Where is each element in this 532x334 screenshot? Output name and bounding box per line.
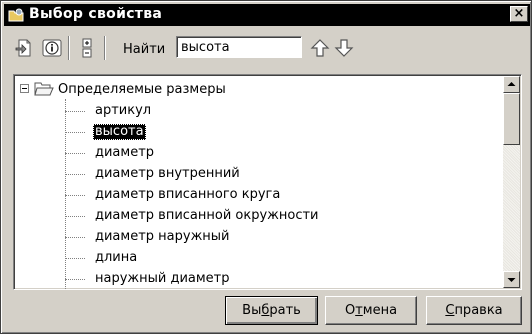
tree-root-node[interactable]: Определяемые размеры — [18, 81, 488, 99]
tree-item-label: диаметр вписанной окружности — [95, 208, 319, 223]
info-icon — [42, 39, 62, 57]
help-button[interactable]: Справка — [426, 296, 522, 325]
tree-connector-line — [65, 279, 85, 280]
toolbar-separator — [104, 36, 106, 60]
vertical-scrollbar[interactable] — [503, 76, 520, 288]
tree-connector-line — [65, 174, 85, 175]
tree-item-label: диаметр внутренний — [95, 166, 240, 181]
find-previous-button[interactable] — [310, 37, 330, 59]
window-title: Выбор свойства — [29, 6, 163, 22]
insert-property-icon — [15, 39, 31, 57]
search-input[interactable] — [176, 36, 302, 58]
tree-connector-line — [65, 132, 85, 133]
tree-item-label: диаметр наружный — [95, 229, 230, 244]
tree-item-label: артикул — [95, 103, 152, 118]
tree-item[interactable]: диаметр — [65, 143, 485, 163]
tree-connector-line — [65, 258, 85, 259]
find-down-arrow-icon — [334, 39, 354, 57]
property-tree[interactable]: Определяемые размеры артикул высота диамет… — [13, 74, 522, 290]
toolbar-separator — [68, 36, 70, 60]
find-next-button[interactable] — [334, 37, 354, 59]
collapse-toggle-icon[interactable] — [20, 84, 29, 93]
close-icon: × — [513, 6, 525, 21]
scroll-up-arrow-icon — [507, 82, 516, 86]
tree-connector-line — [65, 195, 85, 196]
select-button[interactable]: Выбрать — [225, 296, 318, 325]
tree-item[interactable]: наружный диаметр — [65, 269, 485, 289]
property-folder-icon — [8, 8, 24, 22]
scroll-down-button[interactable] — [503, 271, 520, 288]
tree-content: Определяемые размеры артикул высота диамет… — [14, 75, 501, 289]
tree-item[interactable]: артикул — [65, 101, 485, 121]
scroll-down-arrow-icon — [507, 278, 516, 282]
tree-item-label: диаметр — [95, 145, 155, 160]
tree-item-label: длина — [95, 250, 138, 265]
help-button-label: Справка — [445, 302, 503, 318]
tree-item-label: высота — [93, 124, 146, 140]
insert-property-button[interactable] — [13, 37, 35, 59]
toolbar: Найти — [13, 33, 523, 65]
tree-item[interactable]: диаметр наружный — [65, 227, 485, 247]
title-bar[interactable]: Выбор свойства × — [4, 4, 530, 26]
tree-item-label: наружный диаметр — [95, 271, 230, 286]
close-button[interactable]: × — [510, 6, 528, 22]
property-selection-dialog: Выбор свойства × Найти высота Определяем… — [0, 0, 532, 334]
expand-collapse-button[interactable] — [76, 37, 98, 59]
cancel-button-label: Отмена — [344, 302, 398, 318]
tree-connector-line — [65, 216, 85, 217]
tree-connector-line — [65, 237, 85, 238]
info-button[interactable] — [41, 37, 63, 59]
find-up-arrow-icon — [310, 39, 330, 57]
tree-connector-line — [65, 111, 85, 112]
tree-item[interactable]: диаметр вписанного круга — [65, 185, 485, 205]
tree-root-label: Определяемые размеры — [58, 82, 226, 97]
select-button-label: Выбрать — [242, 302, 301, 318]
tree-connector-line — [65, 153, 85, 154]
scroll-up-button[interactable] — [503, 76, 520, 93]
open-folder-icon — [34, 82, 54, 96]
tree-item[interactable]: диаметр внутренний — [65, 164, 485, 184]
tree-item-label: диаметр вписанного круга — [95, 187, 281, 202]
cancel-button[interactable]: Отмена — [325, 296, 417, 325]
tree-item[interactable]: длина — [65, 248, 485, 268]
tree-item[interactable]: высота — [65, 122, 485, 142]
find-label: Найти — [123, 42, 166, 57]
tree-item[interactable]: диаметр вписанной окружности — [65, 206, 485, 226]
scroll-thumb[interactable] — [503, 93, 520, 145]
expand-collapse-icon — [82, 38, 92, 58]
